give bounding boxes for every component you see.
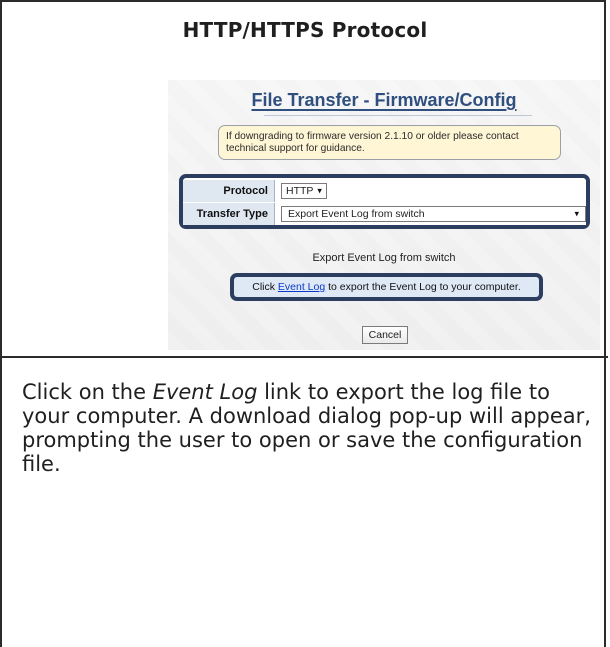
export-instructions-box: Click Event Log to export the Event Log …: [230, 273, 543, 301]
title-underline-bar: [264, 115, 532, 116]
document-frame: HTTP/HTTPS Protocol File Transfer - Firm…: [0, 0, 608, 647]
file-transfer-title: File Transfer - Firmware/Config: [251, 90, 517, 110]
caret-down-icon: ▾: [317, 185, 322, 195]
document-title: HTTP/HTTPS Protocol: [182, 18, 428, 42]
embedded-screenshot: File Transfer - Firmware/Config If downg…: [168, 80, 600, 350]
instruction-paragraph: Click on the Event Log link to export th…: [22, 380, 597, 476]
transfer-type-select-value: Export Event Log from switch: [288, 207, 425, 220]
transfer-type-value-cell: Export Event Log from switch ▾: [275, 202, 586, 225]
export-instructions-prefix: Click: [252, 281, 278, 293]
export-heading: Export Event Log from switch: [312, 252, 456, 264]
transfer-settings-form: Protocol HTTP ▾ Transfer Type Export Eve…: [179, 174, 590, 229]
transfer-type-row: Transfer Type Export Event Log from swit…: [183, 202, 586, 225]
transfer-type-select[interactable]: Export Event Log from switch ▾: [281, 205, 586, 222]
transfer-type-label: Transfer Type: [183, 202, 275, 225]
event-log-link[interactable]: Event Log: [278, 281, 325, 293]
section-divider: [2, 356, 608, 358]
caret-down-icon: ▾: [574, 208, 579, 218]
downgrade-notice: If downgrading to firmware version 2.1.1…: [218, 125, 561, 160]
instruction-prefix: Click on the: [22, 380, 153, 404]
protocol-select[interactable]: HTTP ▾: [281, 182, 327, 199]
protocol-label: Protocol: [183, 179, 275, 202]
protocol-value-cell: HTTP ▾: [275, 179, 586, 202]
cancel-button[interactable]: Cancel: [362, 326, 408, 344]
protocol-row: Protocol HTTP ▾: [183, 179, 586, 202]
export-instructions-suffix: to export the Event Log to your computer…: [325, 281, 521, 293]
instruction-emphasis: Event Log: [152, 380, 258, 404]
protocol-select-value: HTTP: [286, 184, 314, 197]
